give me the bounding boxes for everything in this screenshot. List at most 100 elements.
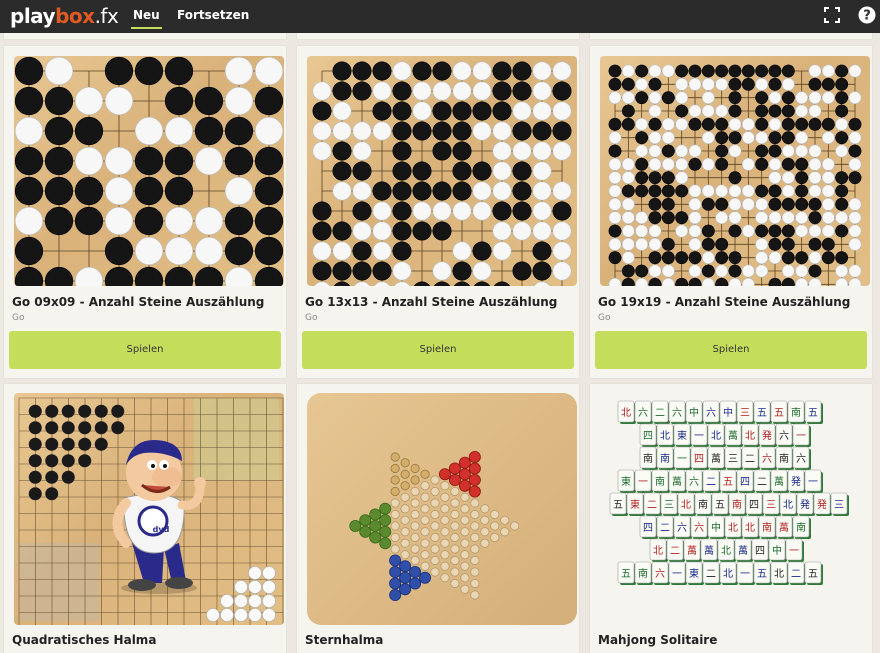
mahjong-tile[interactable]: 六: [690, 515, 709, 539]
mahjong-tile[interactable]: 南: [728, 492, 747, 516]
mahjong-tile[interactable]: 四: [639, 423, 658, 447]
mahjong-tile[interactable]: 北: [719, 561, 738, 585]
mahjong-tile[interactable]: 中: [707, 515, 726, 539]
play-button[interactable]: Spielen: [302, 331, 574, 369]
mahjong-tile[interactable]: 六: [702, 400, 721, 424]
mahjong-tile[interactable]: 東: [626, 492, 645, 516]
mahjong-tile[interactable]: 五: [617, 561, 636, 585]
mahjong-tile[interactable]: 発: [813, 492, 832, 516]
mahjong-tile[interactable]: 五: [753, 400, 772, 424]
mahjong-tile[interactable]: 南: [634, 561, 653, 585]
mahjong-tile[interactable]: 南: [775, 446, 794, 470]
mahjong-tile[interactable]: 四: [745, 492, 764, 516]
mahjong-tile[interactable]: 東: [617, 469, 636, 493]
mahjong-tile[interactable]: 萬: [707, 446, 726, 470]
mahjong-tile[interactable]: 一: [804, 469, 823, 493]
mahjong-tile[interactable]: 五: [711, 492, 730, 516]
mahjong-tile[interactable]: 発: [796, 492, 815, 516]
mahjong-tile[interactable]: 六: [792, 446, 811, 470]
mahjong-tile[interactable]: 一: [736, 561, 755, 585]
mahjong-tile[interactable]: 萬: [734, 538, 753, 562]
game-card-go19[interactable]: Go 19x19 - Anzahl Steine Auszählung Go S…: [590, 46, 872, 378]
mahjong-tile[interactable]: 北: [741, 423, 760, 447]
mahjong-tile[interactable]: 六: [668, 400, 687, 424]
mahjong-tile[interactable]: 六: [758, 446, 777, 470]
mahjong-tile[interactable]: 北: [724, 515, 743, 539]
mahjong-tile[interactable]: 二: [651, 400, 670, 424]
mahjong-tile[interactable]: 発: [758, 423, 777, 447]
mahjong-tile[interactable]: 六: [685, 469, 704, 493]
fullscreen-icon[interactable]: [823, 6, 841, 24]
mahjong-tile[interactable]: 一: [792, 423, 811, 447]
mahjong-tile[interactable]: 北: [707, 423, 726, 447]
game-card-sternhalma[interactable]: Sternhalma: [297, 384, 579, 653]
mahjong-tile[interactable]: 四: [639, 515, 658, 539]
game-card-mahjong-solitaire[interactable]: 北六二六中六中三五五南五四北東一北萬北発六一南南一四萬三二六南六東一南萬六二五四…: [590, 384, 872, 653]
mahjong-tile[interactable]: 中: [768, 538, 787, 562]
mahjong-tile[interactable]: 一: [690, 423, 709, 447]
mahjong-tile[interactable]: 三: [736, 400, 755, 424]
game-card-go9[interactable]: Go 09x09 - Anzahl Steine Auszählung Go S…: [4, 46, 286, 378]
mahjong-tile[interactable]: 南: [787, 400, 806, 424]
mahjong-tile[interactable]: 北: [649, 538, 668, 562]
mahjong-tile[interactable]: 三: [762, 492, 781, 516]
mahjong-tile[interactable]: 二: [787, 561, 806, 585]
mahjong-tile[interactable]: 五: [609, 492, 628, 516]
mahjong-tile[interactable]: 二: [741, 446, 760, 470]
mahjong-tile[interactable]: 南: [651, 469, 670, 493]
mahjong-tile[interactable]: 六: [634, 400, 653, 424]
mahjong-tile[interactable]: 三: [830, 492, 849, 516]
tab-neu[interactable]: Neu: [131, 8, 162, 29]
mahjong-tile[interactable]: 北: [656, 423, 675, 447]
mahjong-tile[interactable]: 中: [719, 400, 738, 424]
mahjong-tile[interactable]: 発: [787, 469, 806, 493]
mahjong-tile[interactable]: 四: [690, 446, 709, 470]
mahjong-tile[interactable]: 六: [775, 423, 794, 447]
mahjong-tile[interactable]: 東: [685, 561, 704, 585]
mahjong-tile[interactable]: 五: [719, 469, 738, 493]
mahjong-tile[interactable]: 萬: [770, 469, 789, 493]
mahjong-tile[interactable]: 六: [651, 561, 670, 585]
mahjong-tile[interactable]: 二: [643, 492, 662, 516]
mahjong-tile[interactable]: 南: [758, 515, 777, 539]
mahjong-tile[interactable]: 北: [741, 515, 760, 539]
mahjong-tile[interactable]: 南: [639, 446, 658, 470]
mahjong-tile[interactable]: 中: [685, 400, 704, 424]
mahjong-tile[interactable]: 南: [656, 446, 675, 470]
mahjong-tile[interactable]: 四: [751, 538, 770, 562]
mahjong-tile[interactable]: 三: [724, 446, 743, 470]
mahjong-tile[interactable]: 一: [673, 446, 692, 470]
mahjong-tile[interactable]: 萬: [775, 515, 794, 539]
mahjong-tile[interactable]: 萬: [668, 469, 687, 493]
mahjong-tile[interactable]: 二: [656, 515, 675, 539]
mahjong-tile[interactable]: 五: [753, 561, 772, 585]
mahjong-tile[interactable]: 二: [666, 538, 685, 562]
mahjong-tile[interactable]: 萬: [700, 538, 719, 562]
mahjong-tile[interactable]: 北: [770, 561, 789, 585]
mahjong-tile[interactable]: 南: [694, 492, 713, 516]
mahjong-tile[interactable]: 一: [634, 469, 653, 493]
mahjong-tile[interactable]: 三: [660, 492, 679, 516]
mahjong-tile[interactable]: 二: [702, 469, 721, 493]
tab-fortsetzen[interactable]: Fortsetzen: [177, 8, 249, 22]
mahjong-tile[interactable]: 六: [673, 515, 692, 539]
mahjong-tile[interactable]: 北: [717, 538, 736, 562]
mahjong-tile[interactable]: 二: [753, 469, 772, 493]
game-card-go13[interactable]: Go 13x13 - Anzahl Steine Auszählung Go S…: [297, 46, 579, 378]
game-card-quadratisches-halma[interactable]: dvd Quadratisches Halma: [4, 384, 286, 653]
mahjong-tile[interactable]: 北: [617, 400, 636, 424]
mahjong-tile[interactable]: 一: [785, 538, 804, 562]
mahjong-tile[interactable]: 北: [779, 492, 798, 516]
mahjong-tile[interactable]: 南: [792, 515, 811, 539]
play-button[interactable]: Spielen: [595, 331, 867, 369]
help-icon[interactable]: ?: [858, 6, 876, 24]
mahjong-tile[interactable]: 二: [702, 561, 721, 585]
mahjong-tile[interactable]: 萬: [724, 423, 743, 447]
mahjong-tile[interactable]: 四: [736, 469, 755, 493]
mahjong-tile[interactable]: 五: [770, 400, 789, 424]
play-button[interactable]: Spielen: [9, 331, 281, 369]
mahjong-tile[interactable]: 一: [668, 561, 687, 585]
mahjong-tile[interactable]: 萬: [683, 538, 702, 562]
mahjong-tile[interactable]: 五: [804, 561, 823, 585]
mahjong-tile[interactable]: 東: [673, 423, 692, 447]
